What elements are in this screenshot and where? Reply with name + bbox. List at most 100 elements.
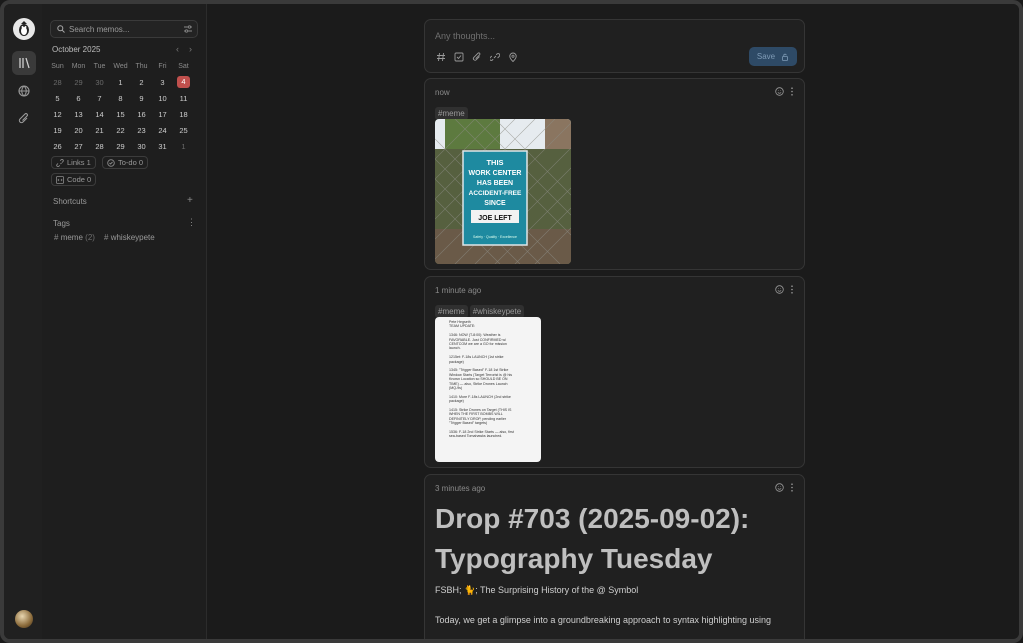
calendar-day[interactable]: 29 [68, 78, 89, 87]
calendar-day[interactable]: 17 [152, 110, 173, 119]
calendar-week: 28 29 30 1 2 3 4 [47, 74, 197, 90]
sign-line: ACCIDENT-FREE [469, 190, 522, 197]
weekday-label: Fri [158, 62, 167, 70]
calendar-day[interactable]: 22 [110, 126, 131, 135]
memo-card: 3 minutes ago Drop #703 (2025-09-02): Ty… [424, 474, 805, 639]
day-number: 23 [137, 125, 146, 135]
more-options-icon[interactable] [790, 285, 794, 294]
memo-card: 1 minute ago #meme #whiskeypete Pete Hegs… [424, 276, 805, 468]
more-options-icon[interactable] [790, 483, 794, 492]
tag-whiskeypete[interactable]: # whiskeypete [104, 233, 155, 242]
search-input[interactable] [69, 22, 177, 36]
app-logo[interactable] [13, 18, 35, 40]
location-pin-icon[interactable] [507, 51, 518, 62]
calendar-day[interactable]: 15 [110, 110, 131, 119]
calendar-day[interactable]: 13 [68, 110, 89, 119]
calendar-grid: Sun Mon Tue Wed Thu Fri Sat 28 29 30 1 2 3 4 5 6 7 8 9 10 11… [47, 58, 197, 154]
next-month-icon[interactable]: › [189, 44, 192, 54]
calendar-day[interactable]: 9 [131, 94, 152, 103]
prev-month-icon[interactable]: ‹ [176, 44, 179, 54]
save-label: Save [756, 52, 776, 61]
paperclip-icon[interactable] [471, 51, 482, 62]
reaction-smile-icon[interactable] [775, 483, 784, 492]
day-number: 12 [53, 109, 62, 119]
calendar-day[interactable]: 24 [152, 126, 173, 135]
calendar-day[interactable]: 1 [173, 142, 194, 151]
weekday-label: Wed [113, 62, 128, 70]
memo-image-sign[interactable]: THIS WORK CENTER HAS BEEN ACCIDENT-FREE … [435, 119, 571, 264]
checkbox-icon[interactable] [453, 51, 464, 62]
filter-code-button[interactable]: Code 0 [51, 173, 97, 186]
calendar-day[interactable]: 23 [131, 126, 152, 135]
memo-time: 1 minute ago [435, 286, 482, 295]
attachments-paperclip-icon[interactable] [12, 107, 36, 131]
memo-card: now #meme THIS WORK CENTER HAS BEEN ACCI… [424, 78, 805, 270]
calendar-day-today[interactable]: 4 [173, 76, 194, 88]
memos-nav-icon[interactable] [12, 51, 36, 75]
tags-more-icon[interactable]: ⋮ [187, 217, 196, 228]
calendar-day[interactable]: 7 [89, 94, 110, 103]
calendar-day[interactable]: 11 [173, 94, 194, 103]
calendar-day[interactable]: 1 [110, 78, 131, 87]
reaction-smile-icon[interactable] [775, 87, 784, 96]
day-number: 10 [158, 93, 167, 103]
calendar-day[interactable]: 29 [110, 142, 131, 151]
todo-check-icon [107, 158, 115, 167]
reaction-smile-icon[interactable] [775, 285, 784, 294]
save-button[interactable]: Save [749, 47, 797, 66]
day-number: 31 [158, 141, 167, 151]
tag-name: meme [60, 233, 83, 242]
calendar-day[interactable]: 25 [173, 126, 194, 135]
day-number: 27 [74, 141, 83, 151]
calendar-day[interactable]: 31 [152, 142, 173, 151]
calendar-day[interactable]: 27 [68, 142, 89, 151]
sign-line: THIS [486, 158, 503, 167]
calendar-day[interactable]: 20 [68, 126, 89, 135]
calendar-day[interactable]: 6 [68, 94, 89, 103]
calendar-day[interactable]: 26 [47, 142, 68, 151]
day-number: 11 [179, 93, 188, 103]
day-number: 4 [177, 76, 190, 88]
day-number: 30 [137, 141, 146, 151]
day-number: 8 [118, 93, 123, 103]
calendar-day[interactable]: 12 [47, 110, 68, 119]
user-avatar[interactable] [15, 610, 33, 628]
calendar-day[interactable]: 30 [89, 78, 110, 87]
calendar-day[interactable]: 30 [131, 142, 152, 151]
calendar-day[interactable]: 21 [89, 126, 110, 135]
calendar-day[interactable]: 28 [89, 142, 110, 151]
calendar-day[interactable]: 16 [131, 110, 152, 119]
day-number: 19 [53, 125, 62, 135]
filter-todo-label: To-do 0 [118, 158, 144, 167]
calendar-day[interactable]: 10 [152, 94, 173, 103]
hashtag-icon[interactable] [435, 51, 446, 62]
more-options-icon[interactable] [790, 87, 794, 96]
calendar-day[interactable]: 19 [47, 126, 68, 135]
calendar-day[interactable]: 3 [152, 78, 173, 87]
editor-input[interactable]: Any thoughts... [435, 31, 495, 41]
day-number: 29 [74, 77, 83, 87]
calendar-day[interactable]: 2 [131, 78, 152, 87]
filter-options-icon[interactable] [184, 25, 192, 33]
filter-links-button[interactable]: Links 1 [51, 156, 96, 169]
calendar-month: October 2025 [52, 45, 101, 54]
calendar-day[interactable]: 28 [47, 78, 68, 87]
memo-image-document[interactable]: Pete Hegseth TEAM UPDATE: 1346: NOW (T-8:0… [435, 317, 541, 462]
day-number: 24 [158, 125, 167, 135]
link-icon [56, 158, 64, 167]
sign-line: SINCE [484, 200, 506, 207]
calendar-day[interactable]: 8 [110, 94, 131, 103]
filter-todo-button[interactable]: To-do 0 [102, 156, 149, 169]
hash-icon: # [104, 233, 109, 242]
calendar-day[interactable]: 5 [47, 94, 68, 103]
calendar-day[interactable]: 14 [89, 110, 110, 119]
link-icon[interactable] [489, 51, 500, 62]
sign-line: WORK CENTER [469, 170, 522, 177]
day-number: 5 [55, 93, 60, 103]
tag-meme[interactable]: # meme (2) [54, 233, 95, 242]
day-number: 26 [53, 141, 62, 151]
calendar-day[interactable]: 18 [173, 110, 194, 119]
add-shortcut-icon[interactable]: + [187, 195, 193, 206]
day-number: 28 [95, 141, 104, 151]
explore-globe-icon[interactable] [12, 79, 36, 103]
